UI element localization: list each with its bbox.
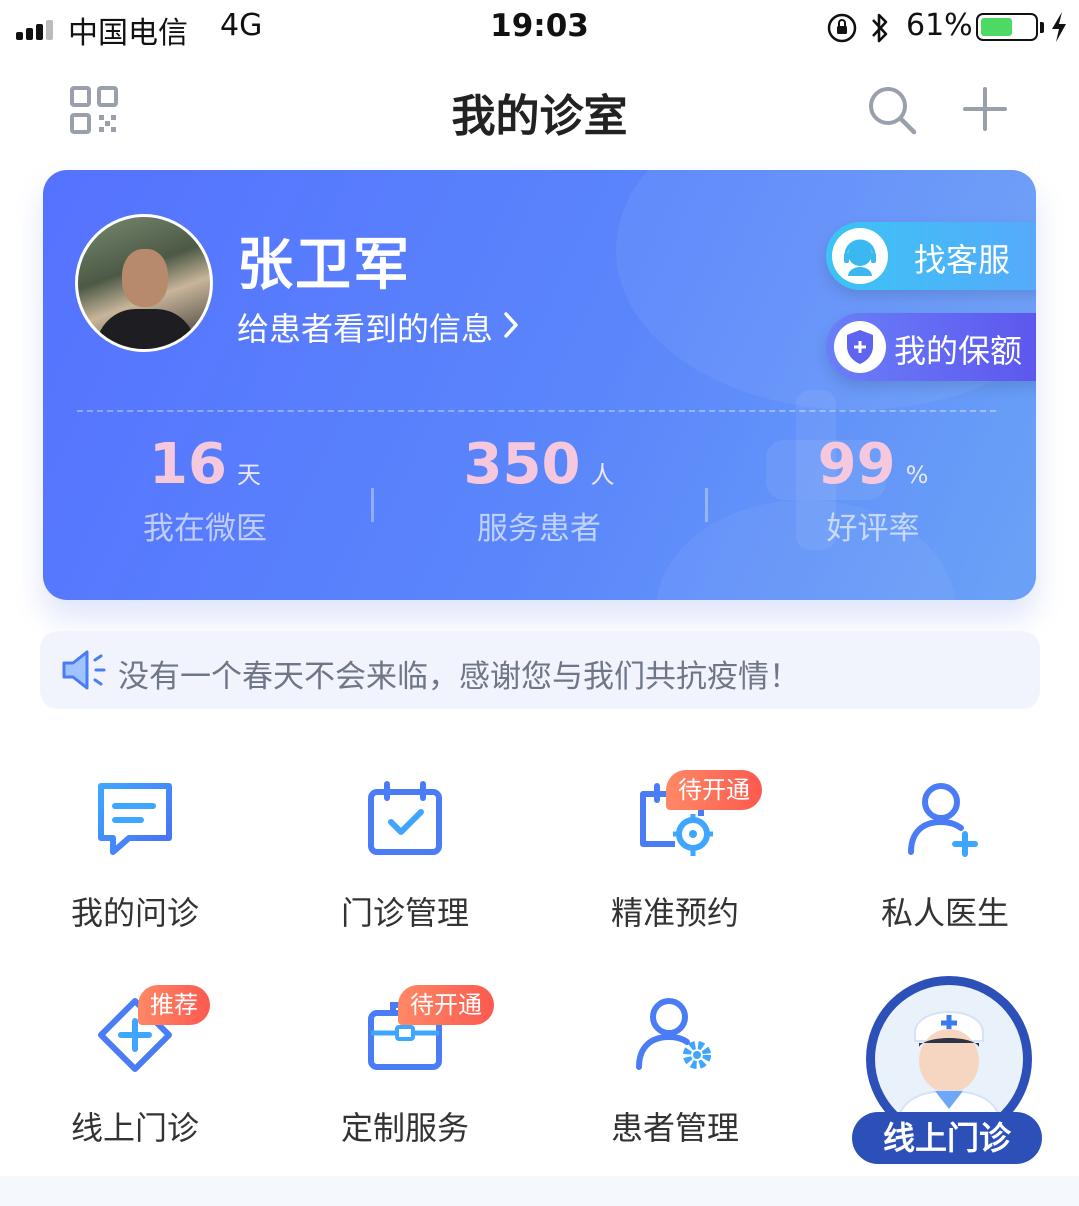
pending-badge: 待开通 (666, 770, 762, 810)
headset-agent-icon (832, 228, 888, 284)
announcement-text: 没有一个春天不会来临，感谢您与我们共抗疫情！ (118, 659, 800, 695)
doctor-avatar-icon (875, 985, 1023, 1133)
recommend-badge: 推荐 (138, 985, 210, 1025)
stat-unit: 天 (236, 461, 261, 489)
menu-my-consultations[interactable]: 我的问诊 (0, 780, 270, 980)
status-bar: 中国电信 4G 19:03 61% (0, 0, 1079, 56)
doctor-profile-card: 张卫军 给患者看到的信息 找客服 我的保额 16 天 我在微医 350 人 服务… (43, 170, 1036, 600)
avatar-body (96, 309, 196, 349)
menu-label: 定制服务 (340, 1109, 469, 1147)
menu-private-doctor[interactable]: 私人医生 (810, 780, 1079, 980)
pending-badge: 待开通 (398, 985, 494, 1025)
dashed-divider (77, 410, 996, 412)
stat-value: 350 (463, 432, 581, 497)
calendar-check-icon (368, 781, 442, 855)
shield-plus-icon (834, 321, 886, 373)
my-coverage-label: 我的保额 (894, 332, 1023, 370)
stat-patients: 350 人 服务患者 (389, 432, 689, 548)
avatar[interactable] (75, 214, 213, 352)
person-gear-icon (636, 998, 711, 1070)
menu-label: 门诊管理 (340, 894, 469, 932)
stat-rating: 99% 好评率 (723, 432, 1023, 548)
stat-separator (705, 488, 708, 522)
patient-visible-info-link[interactable]: 给患者看到的信息 (237, 304, 493, 350)
my-coverage-button[interactable]: 我的保额 (826, 313, 1036, 381)
online-clinic-floating-button[interactable]: 线上门诊 (852, 976, 1042, 1166)
stat-value: 16 (149, 432, 227, 497)
chat-icon (98, 783, 172, 855)
menu-custom-service[interactable]: 待开通 定制服务 (270, 985, 540, 1195)
stat-unit: % (905, 461, 929, 489)
menu-online-clinic[interactable]: 推荐 线上门诊 (0, 985, 270, 1195)
speaker-icon (62, 650, 106, 690)
doctor-name: 张卫军 (237, 233, 411, 298)
stat-label: 好评率 (826, 511, 920, 547)
bluetooth-icon (872, 13, 888, 43)
nav-bar: 我的诊室 (0, 56, 1079, 166)
fab-label: 线上门诊 (852, 1112, 1042, 1164)
menu-label: 患者管理 (610, 1109, 739, 1147)
menu-label: 私人医生 (880, 894, 1009, 932)
add-icon[interactable] (962, 86, 1008, 132)
stat-separator (371, 488, 374, 522)
stat-unit: 人 (590, 461, 615, 489)
chevron-right-icon[interactable] (501, 310, 521, 340)
menu-clinic-management[interactable]: 门诊管理 (270, 780, 540, 980)
menu-precise-booking[interactable]: 待开通 精准预约 (540, 770, 810, 980)
search-icon[interactable] (866, 84, 918, 136)
menu-label: 线上门诊 (70, 1109, 199, 1147)
battery-icon (976, 13, 1038, 41)
announcement-bar[interactable]: 没有一个春天不会来临，感谢您与我们共抗疫情！ (40, 631, 1040, 709)
bottom-section-edge (0, 1176, 1079, 1206)
menu-patient-management[interactable]: 患者管理 (540, 995, 810, 1195)
customer-service-button[interactable]: 找客服 (826, 222, 1036, 290)
menu-label: 我的问诊 (70, 894, 199, 932)
customer-service-label: 找客服 (914, 241, 1011, 279)
rotation-lock-icon (827, 13, 857, 43)
battery-cap (1040, 22, 1044, 33)
battery-percent: 61% (906, 8, 973, 43)
battery-fill (981, 18, 1013, 36)
stat-label: 服务患者 (477, 511, 601, 547)
stat-label: 我在微医 (143, 511, 267, 547)
stat-days: 16 天 我在微医 (55, 432, 355, 548)
stat-value: 99 (817, 432, 896, 497)
charging-bolt-icon (1052, 12, 1066, 42)
avatar-face (122, 249, 168, 307)
menu-label: 精准预约 (610, 894, 739, 932)
person-plus-icon (908, 783, 978, 857)
